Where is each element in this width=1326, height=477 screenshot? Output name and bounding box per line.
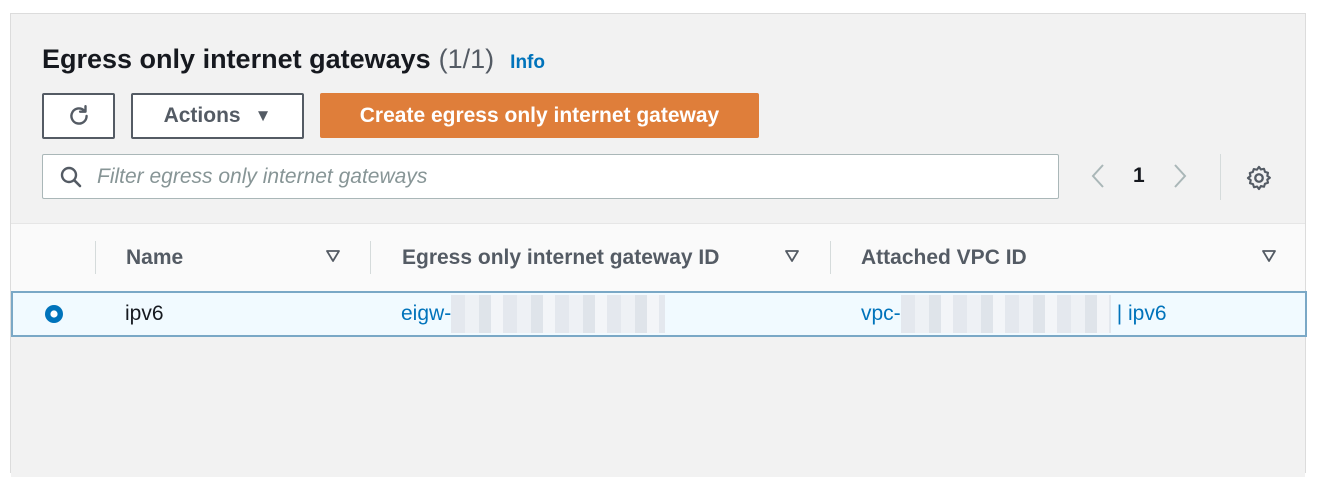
column-header-vpc-id[interactable]: Attached VPC ID bbox=[861, 224, 1027, 291]
sort-icon[interactable] bbox=[325, 248, 341, 264]
gateway-id-link[interactable]: eigw- bbox=[401, 302, 451, 326]
gear-icon[interactable] bbox=[1245, 164, 1273, 192]
pagination: 1 bbox=[1085, 160, 1193, 192]
radio-selected-icon[interactable] bbox=[43, 303, 65, 325]
vpc-name-link[interactable]: | ipv6 bbox=[1117, 302, 1167, 326]
actions-dropdown-button[interactable]: Actions ▼ bbox=[131, 93, 304, 139]
cell-gateway-id[interactable]: eigw- bbox=[401, 293, 666, 335]
actions-label: Actions bbox=[163, 104, 241, 127]
create-gateway-label: Create egress only internet gateway bbox=[359, 103, 720, 127]
caret-down-icon: ▼ bbox=[254, 106, 272, 125]
column-divider bbox=[370, 241, 371, 274]
panel-header: Egress only internet gateways (1/1) Info… bbox=[11, 14, 1305, 223]
cell-vpc-id[interactable]: vpc- | ipv6 bbox=[861, 293, 1167, 335]
sort-icon[interactable] bbox=[1261, 248, 1277, 264]
page-title: Egress only internet gateways bbox=[42, 44, 431, 74]
vpc-id-link[interactable]: vpc- bbox=[861, 302, 901, 326]
next-page-button[interactable] bbox=[1167, 160, 1193, 192]
column-divider bbox=[95, 241, 96, 274]
filter-input[interactable] bbox=[95, 163, 999, 190]
item-count: (1/1) bbox=[438, 44, 495, 74]
search-icon bbox=[60, 166, 82, 187]
sort-icon[interactable] bbox=[784, 248, 800, 264]
column-header-gateway-id[interactable]: Egress only internet gateway ID bbox=[402, 224, 719, 291]
egress-gateways-panel: Egress only internet gateways (1/1) Info… bbox=[10, 13, 1307, 477]
column-header-name[interactable]: Name bbox=[126, 224, 183, 291]
filter-search-box[interactable] bbox=[42, 154, 1059, 199]
refresh-button[interactable] bbox=[42, 93, 115, 139]
chevron-right-icon bbox=[1173, 164, 1187, 188]
title-row: Egress only internet gateways (1/1) Info bbox=[42, 44, 545, 75]
chevron-left-icon bbox=[1091, 164, 1104, 188]
previous-page-button[interactable] bbox=[1085, 160, 1111, 192]
table-row[interactable]: ipv6 eigw- vpc- | ipv6 bbox=[11, 291, 1307, 337]
refresh-icon bbox=[69, 105, 88, 125]
cell-name: ipv6 bbox=[125, 302, 164, 325]
table-header: Name Egress only internet gateway ID Att… bbox=[11, 223, 1305, 291]
info-link[interactable]: Info bbox=[510, 52, 545, 74]
column-divider bbox=[830, 241, 831, 274]
redacted-gateway-id bbox=[451, 295, 666, 333]
current-page-number[interactable]: 1 bbox=[1133, 164, 1145, 188]
table-empty-area bbox=[11, 337, 1305, 477]
pager-divider bbox=[1220, 154, 1221, 200]
redacted-vpc-id bbox=[900, 295, 1111, 333]
create-gateway-button[interactable]: Create egress only internet gateway bbox=[320, 93, 759, 138]
